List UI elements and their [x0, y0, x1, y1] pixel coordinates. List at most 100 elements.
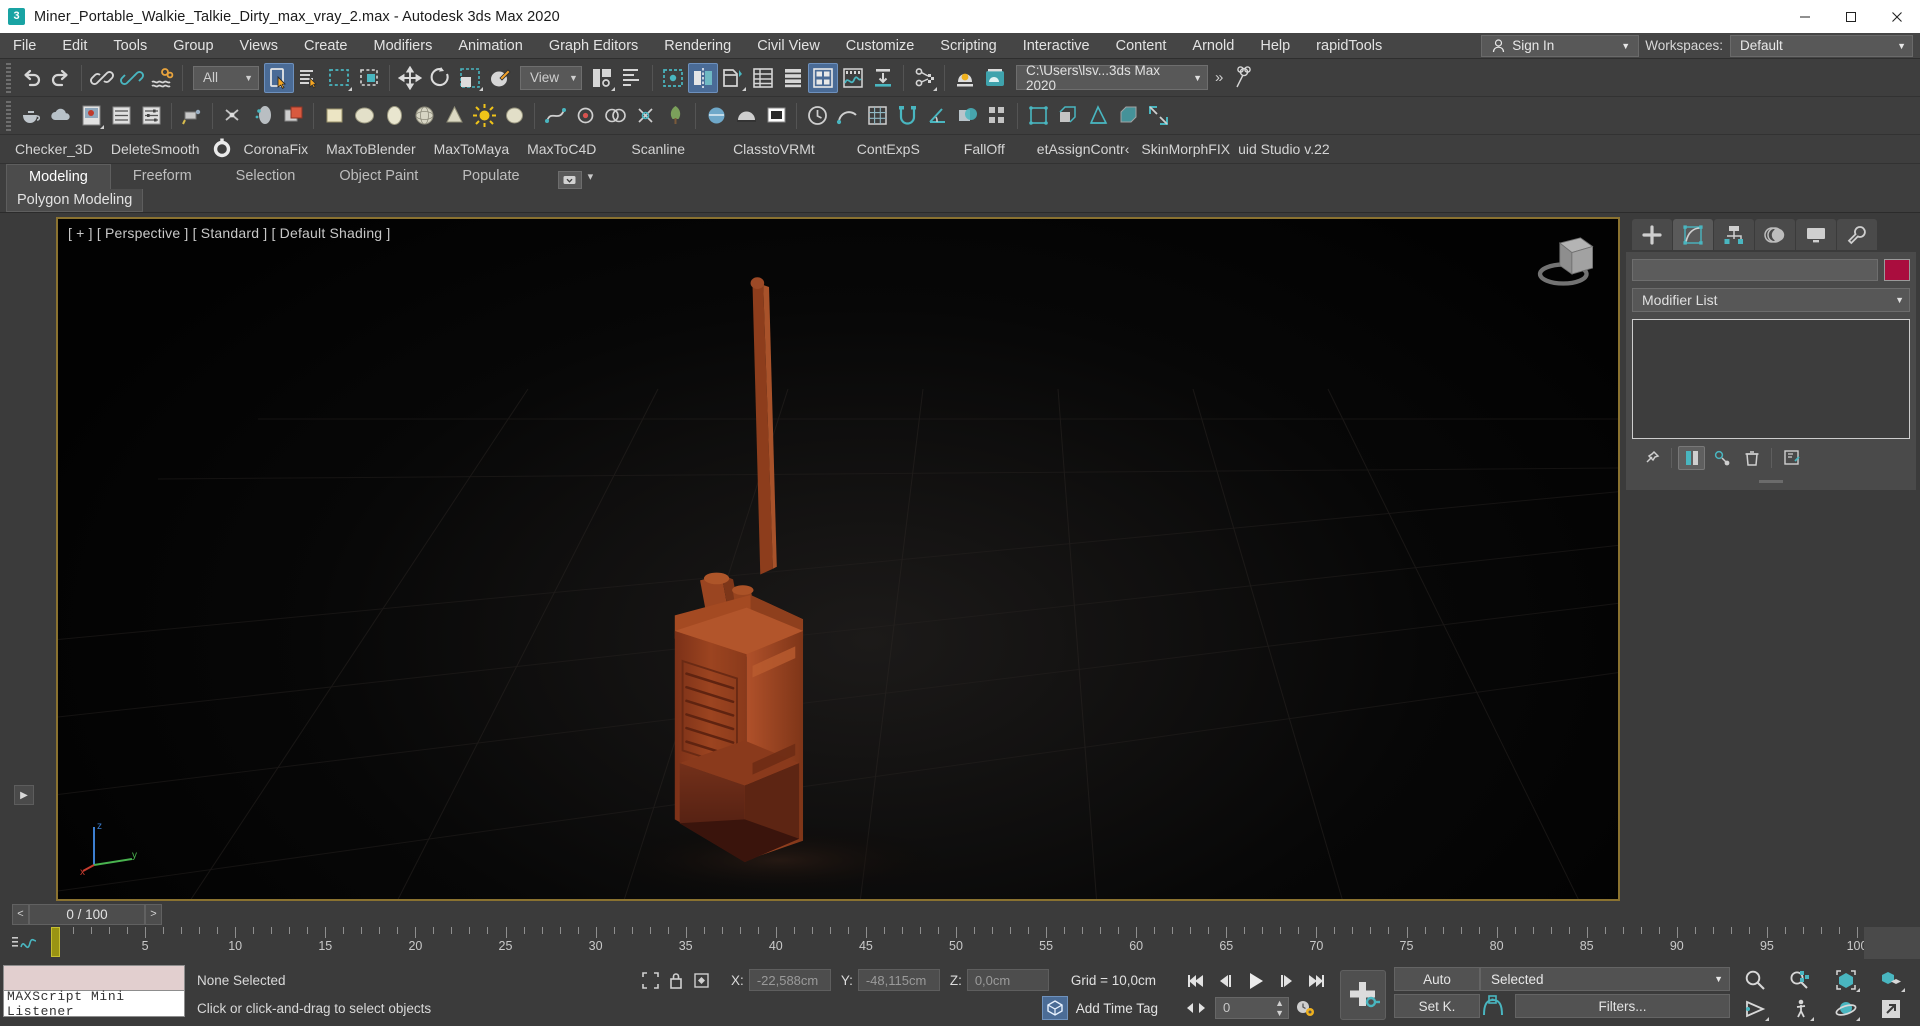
parameter-editor-icon[interactable]	[136, 101, 166, 131]
plugin-deletesmooth[interactable]: DeleteSmooth	[102, 135, 209, 163]
geosphere-primitive-icon[interactable]	[409, 101, 439, 131]
modifier-stack[interactable]	[1632, 319, 1910, 439]
project-path-combo[interactable]: C:\Users\lsv...3ds Max 2020 ▼	[1016, 63, 1208, 93]
render-production-icon[interactable]	[950, 63, 980, 93]
perspective-viewport[interactable]: [ + ] [ Perspective ] [ Standard ] [ Def…	[58, 219, 1618, 899]
layer-explorer-icon[interactable]	[748, 63, 778, 93]
gear-icon[interactable]	[209, 136, 235, 162]
menu-customize[interactable]: Customize	[833, 33, 928, 59]
select-and-link-icon[interactable]	[87, 63, 117, 93]
menu-arnold[interactable]: Arnold	[1179, 33, 1247, 59]
walk-through-icon[interactable]	[1785, 996, 1815, 1022]
maximize-button[interactable]	[1828, 0, 1874, 33]
zoom-all-icon[interactable]	[1785, 967, 1815, 993]
flower-tool-icon[interactable]	[1230, 63, 1260, 93]
environment-sphere-icon[interactable]	[701, 101, 731, 131]
close-button[interactable]	[1874, 0, 1920, 33]
expand-strip-button[interactable]: ▶	[14, 785, 34, 805]
spline-tool-icon[interactable]	[540, 101, 570, 131]
hemisphere-primitive-icon[interactable]	[499, 101, 529, 131]
boolean-tool-icon[interactable]	[952, 101, 982, 131]
ribbon-panel-polygon-modeling[interactable]: Polygon Modeling	[6, 189, 144, 212]
scene-explorer-icon[interactable]	[778, 63, 808, 93]
zoom-extents-icon[interactable]	[1831, 967, 1861, 993]
menu-interactive[interactable]: Interactive	[1010, 33, 1103, 59]
auto-key-button[interactable]: Auto	[1394, 967, 1480, 991]
select-and-scale-icon[interactable]	[455, 63, 485, 93]
field-of-view-icon[interactable]	[1740, 996, 1770, 1022]
cloud-primitive-icon[interactable]	[46, 101, 76, 131]
curve-editor-icon[interactable]	[838, 63, 868, 93]
modifier-list-dropdown[interactable]: Modifier List ▼	[1632, 288, 1910, 312]
object-color-swatch[interactable]	[1884, 259, 1910, 281]
zoom-icon[interactable]	[1740, 967, 1770, 993]
menu-file[interactable]: File	[0, 33, 49, 59]
arc-tool-icon[interactable]	[832, 101, 862, 131]
align-objects-icon[interactable]	[718, 63, 748, 93]
chamfer-tool-icon[interactable]	[1113, 101, 1143, 131]
named-selection-sets-icon[interactable]	[658, 63, 688, 93]
frame-counter[interactable]: 0 / 100	[29, 903, 145, 925]
list-view-icon[interactable]	[106, 101, 136, 131]
chevron-down-icon[interactable]: ▾	[588, 170, 594, 183]
listener-output-line[interactable]	[3, 965, 185, 991]
menu-civil-view[interactable]: Civil View	[744, 33, 833, 59]
clock-tool-icon[interactable]	[802, 101, 832, 131]
y-coordinate-field[interactable]: -48,115cm	[857, 969, 940, 991]
plugin-maxtomaya[interactable]: MaxToMaya	[425, 135, 518, 163]
delete-modifier-icon[interactable]	[1738, 446, 1765, 470]
orbit-icon[interactable]	[1831, 996, 1861, 1022]
nurbs-tool-icon[interactable]	[570, 101, 600, 131]
rollout-resize-handle[interactable]	[1759, 480, 1783, 483]
select-and-place-icon[interactable]	[485, 63, 515, 93]
render-preset-icon[interactable]	[278, 101, 308, 131]
maxscript-mini-listener[interactable]: MAXScript Mini Listener	[3, 963, 185, 1026]
listener-input-line[interactable]: MAXScript Mini Listener	[3, 989, 185, 1019]
viewport-container[interactable]: [ + ] [ Perspective ] [ Standard ] [ Def…	[56, 217, 1620, 901]
toolbar-grip[interactable]	[6, 100, 11, 131]
time-configuration-icon[interactable]	[1291, 996, 1319, 1020]
window-crossing-toggle-icon[interactable]	[354, 63, 384, 93]
selection-filter-combo[interactable]: All ▼	[193, 65, 259, 90]
z-coordinate-field[interactable]: 0,0cm	[966, 969, 1049, 991]
mesh-edit-icon[interactable]	[1083, 101, 1113, 131]
workspace-select[interactable]: Default ▼	[1730, 34, 1913, 57]
select-object-icon[interactable]	[264, 62, 294, 93]
rectangular-selection-region-icon[interactable]	[324, 63, 354, 93]
ribbon-tab-object-paint[interactable]: Object Paint	[317, 164, 440, 189]
undo-icon[interactable]	[16, 63, 46, 93]
reference-coordinate-combo[interactable]: View ▼	[520, 65, 582, 90]
material-editor-icon[interactable]	[808, 62, 838, 93]
plugin-uid-studio[interactable]: uid Studio v.22	[1234, 135, 1334, 163]
select-by-name-icon[interactable]	[294, 63, 324, 93]
view-cube-icon[interactable]	[1530, 231, 1600, 293]
lattice-tool-icon[interactable]	[1023, 101, 1053, 131]
cone-primitive-icon[interactable]	[439, 101, 469, 131]
pin-stack-icon[interactable]	[1638, 446, 1665, 470]
key-selection-combo[interactable]: Selected ▼	[1480, 967, 1730, 991]
snaps-toggle-icon[interactable]	[892, 101, 922, 131]
target-camera-icon[interactable]	[218, 101, 248, 131]
set-key-button[interactable]: Set K.	[1394, 994, 1480, 1018]
plugin-coronafix[interactable]: CoronaFix	[235, 135, 318, 163]
render-setup-icon[interactable]	[868, 63, 898, 93]
menu-modifiers[interactable]: Modifiers	[361, 33, 446, 59]
array-tool-icon[interactable]	[982, 101, 1012, 131]
menu-rapidtools[interactable]: rapidTools	[1303, 33, 1395, 59]
next-frame-button[interactable]: >	[145, 903, 162, 925]
set-keys-button[interactable]	[1340, 969, 1386, 1020]
zoom-extents-selected-icon[interactable]	[1876, 967, 1906, 993]
angle-snap-icon[interactable]	[922, 101, 952, 131]
ribbon-options-dropdown[interactable]	[557, 171, 582, 189]
track-view-icon[interactable]	[0, 927, 48, 959]
ribbon-tab-freeform[interactable]: Freeform	[111, 164, 214, 189]
select-and-move-icon[interactable]	[395, 63, 425, 93]
absolute-relative-toggle-icon[interactable]	[692, 971, 711, 990]
particle-system-icon[interactable]	[248, 101, 278, 131]
light-omni-icon[interactable]	[469, 101, 499, 131]
previous-frame-icon[interactable]	[1212, 969, 1240, 993]
capsule-primitive-icon[interactable]	[379, 101, 409, 131]
pivot-point-center-icon[interactable]	[587, 63, 617, 93]
lock-selection-icon[interactable]	[668, 971, 684, 990]
ribbon-tab-populate[interactable]: Populate	[440, 164, 541, 189]
